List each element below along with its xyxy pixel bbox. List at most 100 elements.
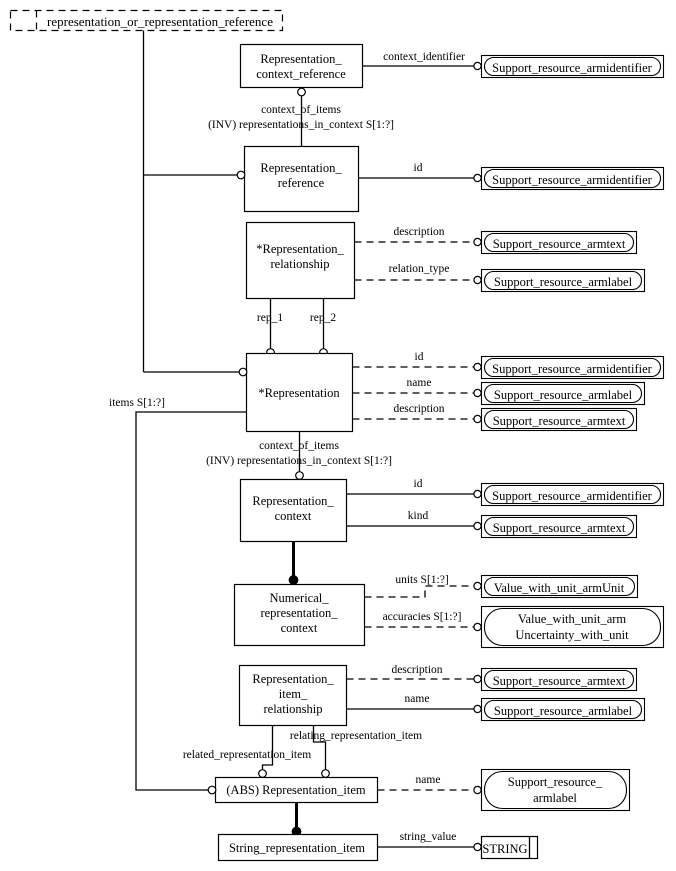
attribute-label: name bbox=[416, 774, 441, 786]
type-label: Support_resource_ bbox=[508, 775, 603, 789]
attribute-label: relation_type bbox=[389, 263, 450, 275]
type-label: Support_resource_armlabel bbox=[494, 704, 633, 718]
entity-representation-context-reference[interactable]: Representation_ context_reference bbox=[239, 43, 364, 89]
entity-label-line: (ABS) Representation_item bbox=[226, 783, 365, 797]
entity-representation-context[interactable]: Representation_ context bbox=[239, 478, 348, 543]
entity-label-line: context bbox=[281, 621, 318, 635]
type-support-resource-armtext-4[interactable]: Support_resource_armtext bbox=[480, 667, 638, 692]
relation-name-2: name bbox=[346, 693, 482, 714]
type-support-resource-armidentifier-2[interactable]: Support_resource_armidentifier bbox=[480, 166, 665, 191]
attribute-label: rep_2 bbox=[310, 312, 336, 324]
entity-representation-reference[interactable]: Representation_ reference bbox=[236, 145, 360, 213]
attribute-label: id bbox=[414, 162, 423, 174]
entity-label-line: context_reference bbox=[256, 67, 346, 81]
relation-rep-2: rep_2 bbox=[310, 298, 336, 357]
relation-string-value: string_value bbox=[377, 831, 482, 852]
attribute-label: rep_1 bbox=[257, 312, 283, 324]
entity-representation-item[interactable]: (ABS) Representation_item bbox=[207, 776, 379, 804]
type-support-resource-armlabel-2[interactable]: Support_resource_armlabel bbox=[480, 381, 646, 406]
type-label: Support_resource_armtext bbox=[493, 521, 626, 535]
relation-context-of-items-1: context_of_items (INV) representations_i… bbox=[208, 87, 394, 147]
type-label: armlabel bbox=[533, 791, 577, 805]
attribute-label: accuracies S[1:?] bbox=[383, 611, 462, 623]
type-value-with-unit-arm-uncertainty-with-unit[interactable]: Value_with_unit_arm Uncertainty_with_uni… bbox=[480, 605, 665, 649]
entity-label-line: Numerical_ bbox=[269, 591, 329, 605]
entity-label-line: reference bbox=[278, 176, 325, 190]
type-support-resource-armidentifier-3[interactable]: Support_resource_armidentifier bbox=[480, 355, 665, 380]
attribute-label: name bbox=[405, 693, 430, 705]
relation-description-2: description bbox=[352, 403, 482, 424]
type-label: Value_with_unit_arm bbox=[518, 612, 627, 626]
type-support-resource-armlabel-4[interactable]: Support_resource_ armlabel bbox=[480, 768, 631, 812]
entity-label-line: Representation_ bbox=[252, 672, 334, 686]
attribute-label: context_identifier bbox=[383, 51, 465, 63]
relation-name-1: name bbox=[352, 377, 482, 398]
entity-representation[interactable]: *Representation bbox=[238, 352, 354, 433]
attribute-label: description bbox=[391, 664, 442, 676]
attribute-label: string_value bbox=[400, 831, 457, 843]
type-support-resource-armlabel-3[interactable]: Support_resource_armlabel bbox=[480, 697, 646, 722]
relation-description-1: description bbox=[354, 226, 482, 247]
entity-label-line: Representation_ bbox=[260, 52, 342, 66]
attribute-label: (INV) representations_in_context S[1:?] bbox=[208, 119, 394, 131]
attribute-label-items: items S[1:?] bbox=[109, 397, 165, 409]
relation-id-2: id bbox=[352, 351, 482, 372]
entity-representation-relationship[interactable]: *Representation_ relationship bbox=[245, 221, 356, 300]
type-label: Support_resource_armtext bbox=[493, 414, 626, 428]
type-support-resource-armidentifier-4[interactable]: Support_resource_armidentifier bbox=[480, 482, 665, 507]
entity-representation-item-relationship[interactable]: Representation_ item_ relationship bbox=[238, 664, 348, 727]
supertype-trunk-upper bbox=[142, 30, 246, 373]
attribute-label: id bbox=[414, 478, 423, 490]
attribute-label: context_of_items bbox=[261, 104, 341, 116]
items-trunk-lower bbox=[135, 411, 246, 791]
attribute-label: relating_representation_item bbox=[290, 730, 422, 742]
attribute-label: name bbox=[407, 377, 432, 389]
subtype-link-string-representation-item bbox=[291, 802, 302, 837]
type-label: Value_with_unit_armUnit bbox=[494, 581, 625, 595]
type-support-resource-armidentifier-1[interactable]: Support_resource_armidentifier bbox=[480, 54, 665, 79]
type-support-resource-armtext-2[interactable]: Support_resource_armtext bbox=[480, 407, 638, 432]
relation-kind: kind bbox=[346, 510, 482, 531]
type-value-with-unit-armunit[interactable]: Value_with_unit_armUnit bbox=[480, 574, 639, 599]
type-support-resource-armlabel-1[interactable]: Support_resource_armlabel bbox=[480, 268, 646, 293]
type-label: Support_resource_armtext bbox=[493, 674, 626, 688]
entity-label-line: relationship bbox=[270, 257, 329, 271]
relation-units: units S[1:?] bbox=[364, 574, 482, 598]
attribute-label: (INV) representations_in_context S[1:?] bbox=[206, 455, 392, 467]
entity-label-line: context bbox=[275, 509, 312, 523]
express-g-diagram: representation_or_representation_referen… bbox=[9, 9, 665, 862]
type-label: Support_resource_armlabel bbox=[494, 388, 633, 402]
entity-label-line: relationship bbox=[263, 702, 322, 716]
subtype-link-numerical-context bbox=[288, 541, 299, 585]
type-string[interactable]: STRING bbox=[480, 835, 539, 860]
type-label: Support_resource_armidentifier bbox=[492, 173, 653, 187]
entity-numerical-representation-context[interactable]: Numerical_ representation_ context bbox=[233, 583, 366, 647]
entity-label-line: *Representation bbox=[258, 386, 340, 400]
type-label: Support_resource_armidentifier bbox=[492, 61, 653, 75]
type-support-resource-armtext-3[interactable]: Support_resource_armtext bbox=[480, 514, 638, 539]
attribute-label: kind bbox=[408, 510, 429, 522]
entity-string-representation-item[interactable]: String_representation_item bbox=[217, 833, 379, 862]
attribute-label: context_of_items bbox=[259, 440, 339, 452]
entity-label-line: item_ bbox=[279, 687, 308, 701]
relation-relation-type: relation_type bbox=[354, 263, 482, 285]
attribute-label: related_representation_item bbox=[183, 749, 311, 761]
entity-label-line: String_representation_item bbox=[229, 841, 365, 855]
relation-id-3: id bbox=[346, 478, 482, 499]
type-label: Support_resource_armidentifier bbox=[492, 489, 653, 503]
relation-accuracies: accuracies S[1:?] bbox=[364, 611, 482, 632]
type-label: Uncertainty_with_unit bbox=[515, 628, 629, 642]
type-support-resource-armtext-1[interactable]: Support_resource_armtext bbox=[480, 230, 638, 255]
relation-context-of-items-2: context_of_items (INV) representations_i… bbox=[206, 431, 392, 480]
entity-label-line: Representation_ bbox=[252, 494, 334, 508]
type-label: Support_resource_armlabel bbox=[494, 275, 633, 289]
entity-label-line: *Representation_ bbox=[256, 242, 344, 256]
relation-rep-1: rep_1 bbox=[257, 298, 283, 357]
attribute-label: description bbox=[393, 403, 444, 415]
attribute-label: description bbox=[393, 226, 444, 238]
type-label: STRING bbox=[482, 842, 527, 856]
relation-id-1: id bbox=[358, 162, 482, 183]
relation-context-identifier: context_identifier bbox=[362, 51, 482, 71]
relation-description-3: description bbox=[346, 664, 482, 684]
type-label: Support_resource_armtext bbox=[493, 237, 626, 251]
